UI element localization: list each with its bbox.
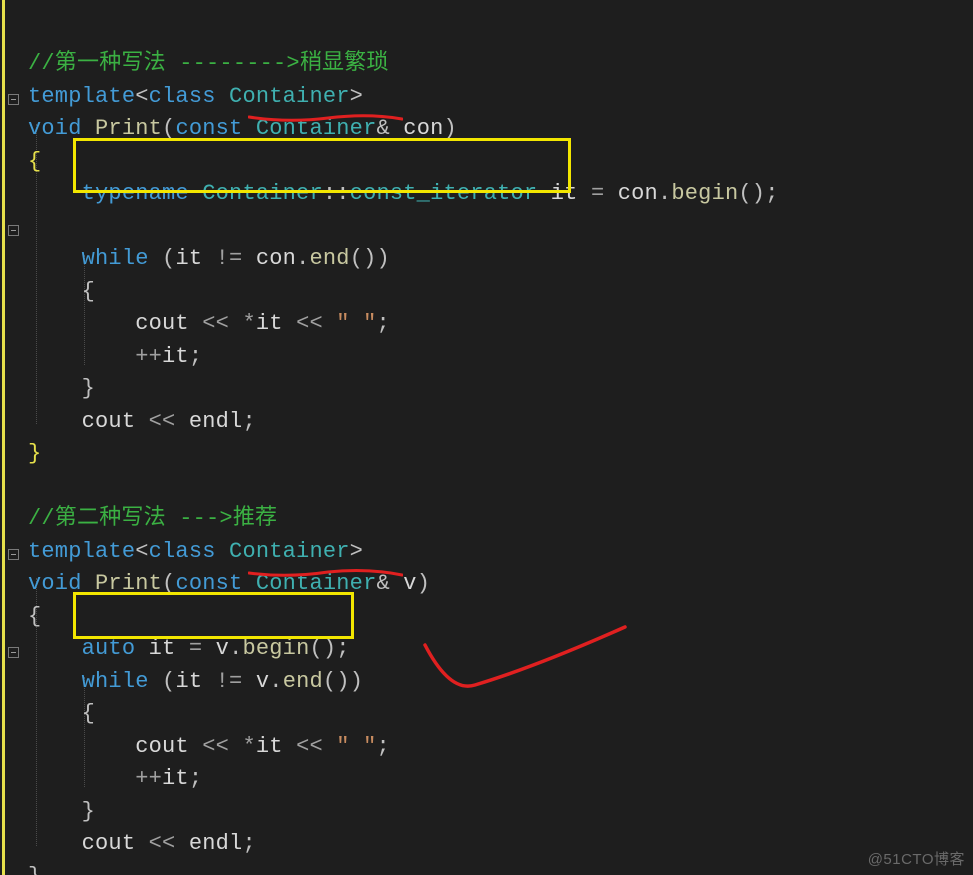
- watermark: @51CTO博客: [868, 848, 965, 869]
- comment: //第一种写法 -------->稍显繁琐: [28, 51, 389, 76]
- fold-gutter: [8, 0, 24, 875]
- fold-icon[interactable]: [8, 647, 19, 658]
- highlight-box: [73, 592, 354, 639]
- red-underline: [248, 114, 403, 120]
- comment: //第二种写法 --->推荐: [28, 506, 277, 531]
- change-bar: [2, 0, 5, 875]
- highlight-box: [73, 138, 571, 193]
- red-underline: [248, 569, 403, 575]
- fold-icon[interactable]: [8, 94, 19, 105]
- fold-icon[interactable]: [8, 225, 19, 236]
- code-editor: //第一种写法 -------->稍显繁琐 template<class Con…: [0, 0, 973, 875]
- check-mark-annotation: [415, 623, 645, 710]
- fold-icon[interactable]: [8, 549, 19, 560]
